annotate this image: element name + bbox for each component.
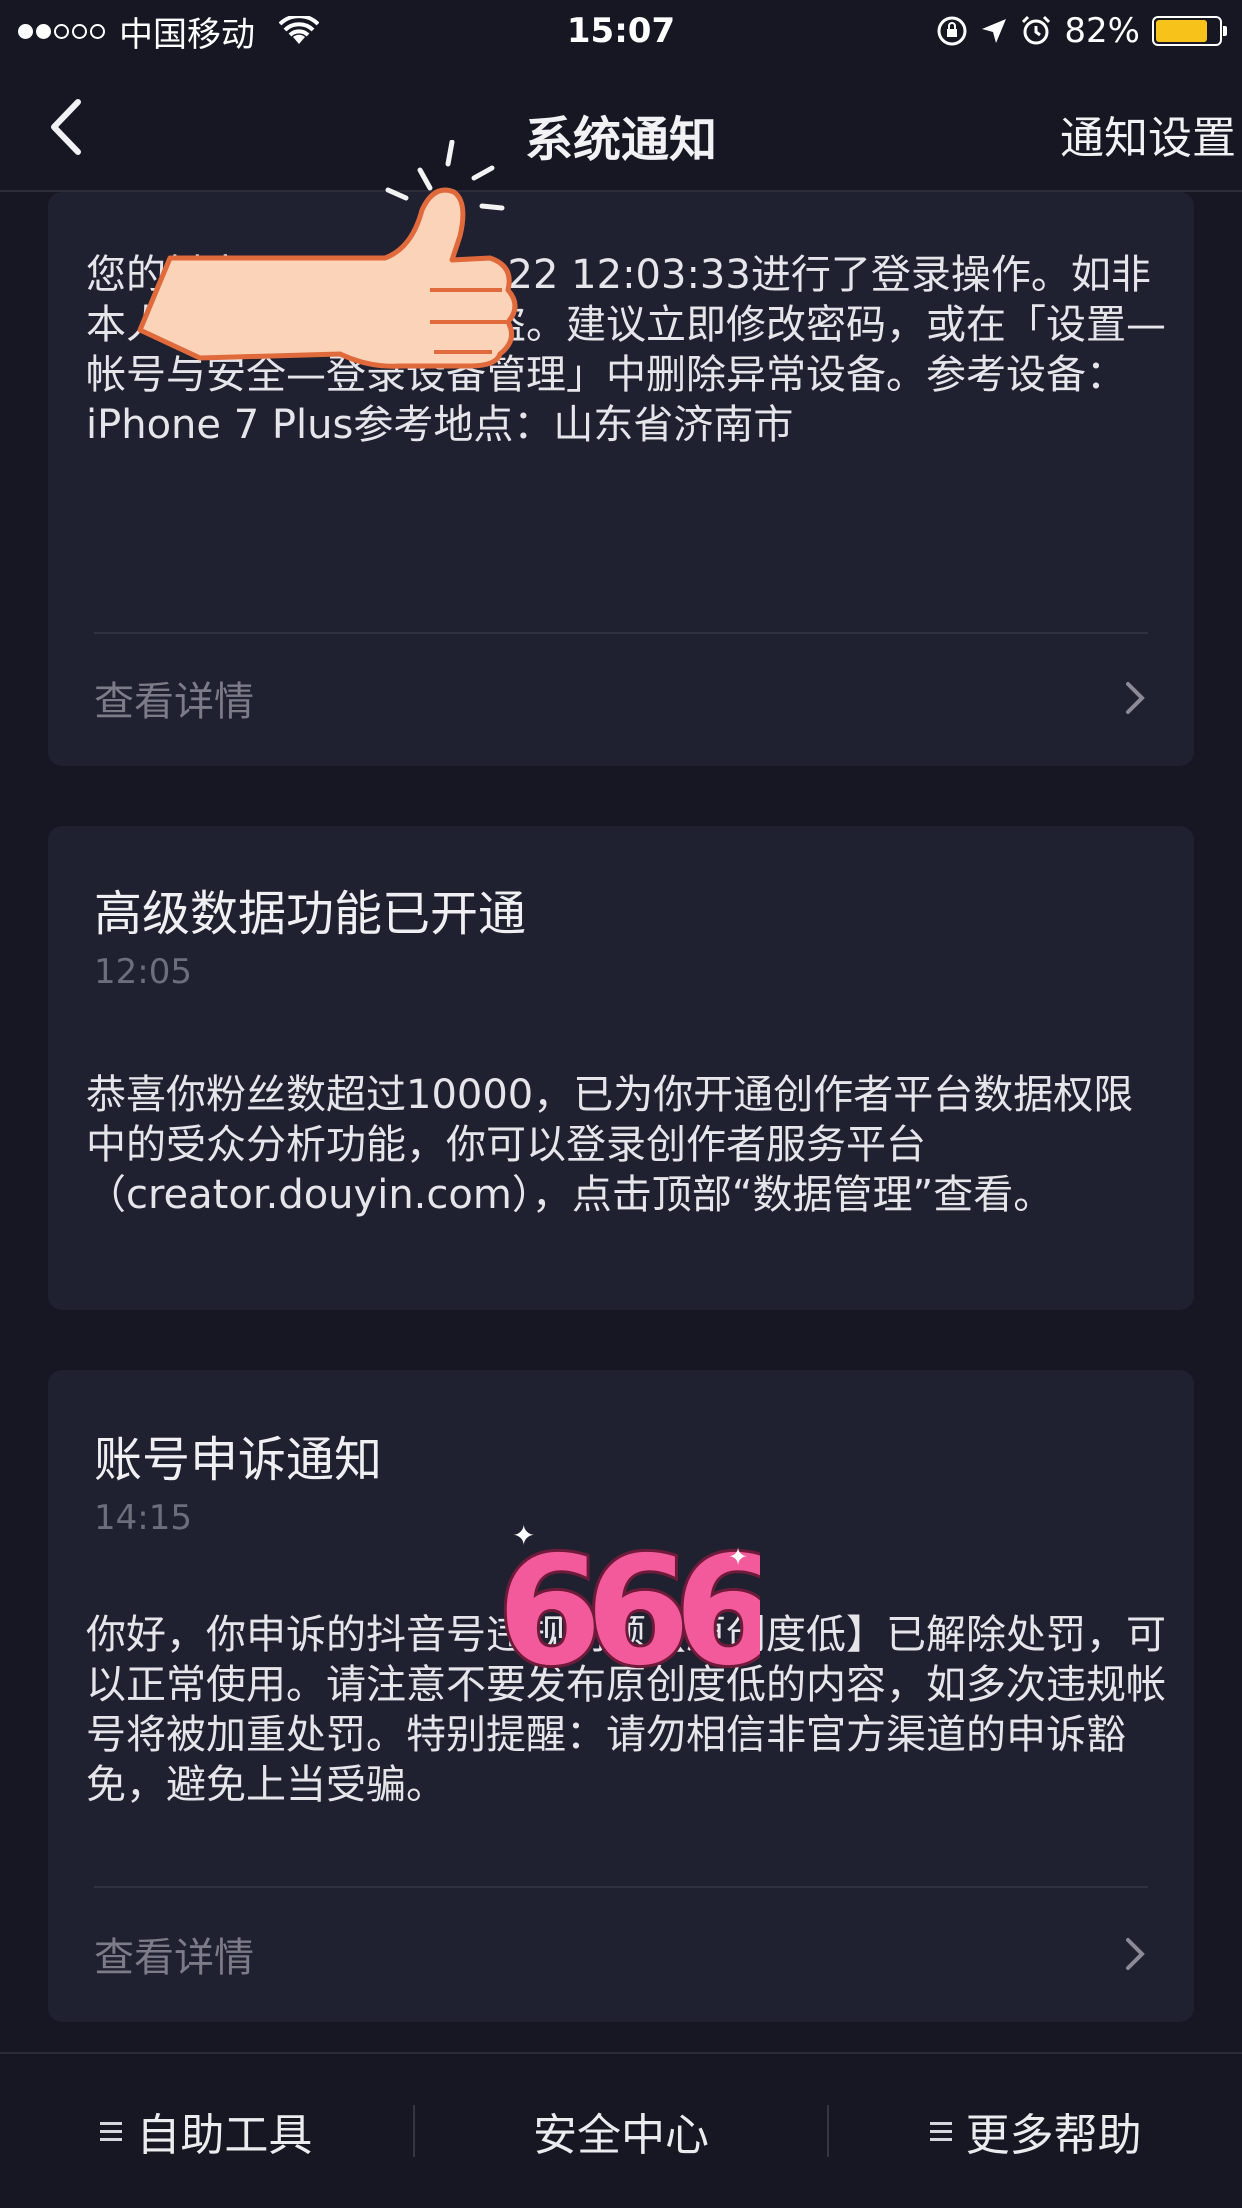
wifi-icon (279, 16, 319, 44)
card-divider (94, 632, 1148, 634)
notification-card-appeal: 账号申诉通知 14:15 你好，你申诉的抖音号违规问题【原创度低】已解除处罚，可… (48, 1370, 1194, 2022)
status-left: 中国移动 (18, 7, 319, 56)
sticker-666-text: 666 (500, 1525, 760, 1685)
menu-icon (929, 2122, 952, 2141)
chevron-right-icon (1126, 682, 1145, 714)
view-details-label: 查看详情 (94, 1935, 254, 1981)
more-help-label: 更多帮助 (965, 2110, 1142, 2161)
card-time: 14:15 (94, 1498, 192, 1538)
safety-center-button[interactable]: 安全中心 (415, 2054, 828, 2208)
self-service-button[interactable]: 自助工具 (0, 2054, 413, 2208)
self-service-label: 自助工具 (136, 2110, 313, 2161)
view-details-link[interactable]: 查看详情 (94, 668, 1148, 728)
svg-text:✦: ✦ (728, 1543, 748, 1571)
battery-icon (1152, 16, 1227, 46)
battery-percent: 82% (1064, 11, 1140, 51)
card-time: 12:05 (94, 952, 192, 992)
signal-strength-icon (18, 23, 105, 39)
notification-card-data: 高级数据功能已开通 12:05 恭喜你粉丝数超过10000，已为你开通创作者平台… (48, 826, 1194, 1310)
status-right: 82% (936, 11, 1227, 51)
safety-center-label: 安全中心 (533, 2110, 709, 2161)
carrier-name: 中国移动 (119, 14, 255, 55)
card-title: 账号申诉通知 (94, 1432, 383, 1488)
chevron-right-icon (1126, 1938, 1145, 1970)
card-body: 恭喜你粉丝数超过10000，已为你开通创作者平台数据权限中的受众分析功能，你可以… (86, 1072, 1134, 1218)
location-arrow-icon (982, 19, 1007, 43)
bottom-bar: 自助工具 安全中心 更多帮助 (0, 2052, 1242, 2208)
thumbs-up-sticker (137, 140, 518, 369)
svg-text:✦: ✦ (512, 1525, 535, 1552)
rotation-lock-icon (937, 16, 967, 46)
more-help-button[interactable]: 更多帮助 (829, 2054, 1242, 2208)
view-details-label: 查看详情 (94, 679, 254, 725)
card-divider (94, 1886, 1148, 1888)
view-details-link[interactable]: 查看详情 (94, 1924, 1148, 1984)
status-bar: 中国移动 15:07 82% (0, 0, 1242, 62)
sticker-666: 666 ✦ ✦ (500, 1525, 760, 1685)
menu-icon (100, 2122, 123, 2141)
battery-fill (1156, 20, 1207, 42)
card-title: 高级数据功能已开通 (94, 886, 527, 942)
alarm-icon (1022, 15, 1051, 45)
notification-settings-button[interactable]: 通知设置 (1060, 102, 1236, 166)
